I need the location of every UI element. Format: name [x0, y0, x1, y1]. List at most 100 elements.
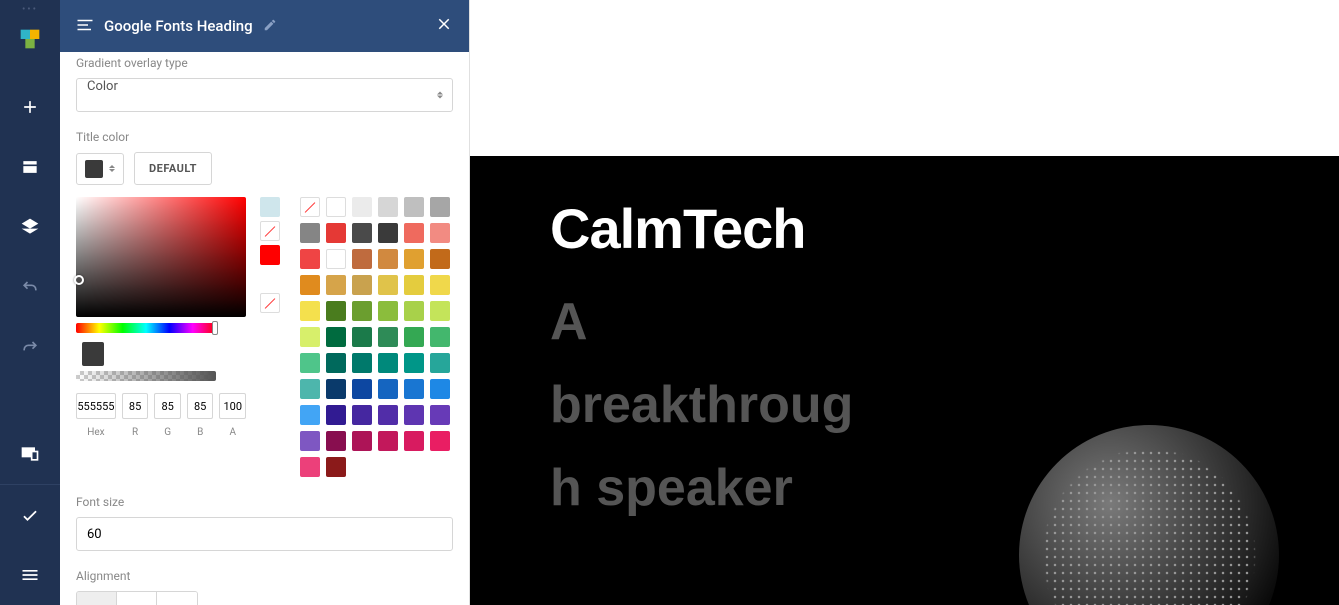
color-swatch[interactable] [326, 457, 346, 477]
color-swatch[interactable] [378, 431, 398, 451]
responsive-view-button[interactable] [0, 424, 60, 484]
color-swatch[interactable] [430, 405, 450, 425]
title-color-chip-select[interactable] [76, 153, 124, 185]
color-swatch[interactable] [300, 197, 320, 217]
color-swatch[interactable] [430, 379, 450, 399]
color-swatch[interactable] [378, 197, 398, 217]
title-color-label: Title color [76, 130, 453, 144]
hue-slider[interactable] [76, 323, 216, 333]
font-size-input[interactable] [76, 517, 453, 551]
preset-swatch[interactable] [260, 269, 280, 289]
color-swatch[interactable] [404, 301, 424, 321]
color-swatch[interactable] [352, 405, 372, 425]
color-swatch[interactable] [326, 405, 346, 425]
color-swatch[interactable] [300, 431, 320, 451]
align-left-button[interactable] [77, 592, 117, 605]
color-swatch[interactable] [352, 353, 372, 373]
color-swatch[interactable] [378, 301, 398, 321]
preset-swatch[interactable] [260, 245, 280, 265]
close-panel-button[interactable] [435, 15, 453, 37]
color-swatch[interactable] [404, 249, 424, 269]
color-swatch[interactable] [404, 327, 424, 347]
color-swatch[interactable] [404, 379, 424, 399]
canvas-subheading[interactable]: A breakthrough speaker [550, 281, 870, 531]
color-swatch[interactable] [326, 197, 346, 217]
color-swatch[interactable] [352, 301, 372, 321]
hex-input[interactable] [76, 393, 116, 419]
color-swatch[interactable] [378, 275, 398, 295]
color-swatch[interactable] [352, 197, 372, 217]
layers-button[interactable] [0, 197, 60, 257]
color-swatch[interactable] [352, 275, 372, 295]
color-swatch[interactable] [378, 379, 398, 399]
color-swatch[interactable] [404, 431, 424, 451]
hue-handle[interactable] [212, 321, 218, 335]
panel-header: Google Fonts Heading [60, 0, 469, 52]
color-swatch[interactable] [326, 275, 346, 295]
save-button[interactable] [0, 485, 60, 545]
color-swatch[interactable] [378, 223, 398, 243]
gradient-type-value: Color [76, 78, 453, 112]
color-swatch[interactable] [326, 327, 346, 347]
a-input[interactable] [219, 393, 246, 419]
color-swatch[interactable] [430, 249, 450, 269]
color-swatch[interactable] [300, 301, 320, 321]
redo-button[interactable] [0, 317, 60, 377]
menu-button[interactable] [0, 545, 60, 605]
color-swatch[interactable] [430, 431, 450, 451]
color-swatch[interactable] [326, 223, 346, 243]
color-swatch[interactable] [352, 379, 372, 399]
color-swatch[interactable] [300, 327, 320, 347]
preset-swatch[interactable] [260, 197, 280, 217]
gradient-type-select[interactable]: Color [76, 78, 453, 112]
preset-swatch[interactable] [260, 221, 280, 241]
add-element-button[interactable] [0, 77, 60, 137]
saturation-value-picker[interactable] [76, 197, 246, 317]
color-swatch[interactable] [404, 353, 424, 373]
color-swatch[interactable] [352, 327, 372, 347]
color-swatch[interactable] [378, 249, 398, 269]
b-input[interactable] [187, 393, 214, 419]
color-swatch[interactable] [378, 327, 398, 347]
color-swatch[interactable] [430, 197, 450, 217]
nav-drag-dots[interactable]: ••• [22, 0, 38, 17]
sv-handle[interactable] [74, 275, 84, 285]
color-swatch[interactable] [430, 327, 450, 347]
color-swatch[interactable] [326, 379, 346, 399]
edit-title-icon[interactable] [263, 17, 277, 36]
color-swatch[interactable] [300, 379, 320, 399]
alpha-slider[interactable] [76, 371, 216, 381]
color-swatch[interactable] [352, 249, 372, 269]
color-swatch[interactable] [300, 223, 320, 243]
color-swatch[interactable] [430, 223, 450, 243]
color-swatch[interactable] [300, 353, 320, 373]
color-swatch[interactable] [300, 405, 320, 425]
g-input[interactable] [154, 393, 181, 419]
color-swatch[interactable] [404, 197, 424, 217]
color-swatch[interactable] [326, 353, 346, 373]
color-swatch[interactable] [352, 223, 372, 243]
color-swatch[interactable] [404, 275, 424, 295]
color-swatch[interactable] [404, 405, 424, 425]
align-right-button[interactable] [157, 592, 197, 605]
color-swatch[interactable] [352, 431, 372, 451]
templates-button[interactable] [0, 137, 60, 197]
color-swatch[interactable] [378, 405, 398, 425]
color-swatch[interactable] [326, 249, 346, 269]
color-swatch[interactable] [300, 249, 320, 269]
canvas-heading[interactable]: CalmTech [550, 196, 1339, 261]
preset-swatch[interactable] [260, 293, 280, 313]
r-input[interactable] [122, 393, 149, 419]
color-swatch[interactable] [300, 275, 320, 295]
color-swatch[interactable] [326, 431, 346, 451]
color-swatch[interactable] [430, 353, 450, 373]
color-swatch[interactable] [430, 301, 450, 321]
align-center-button[interactable] [117, 592, 157, 605]
undo-button[interactable] [0, 257, 60, 317]
color-swatch[interactable] [300, 457, 320, 477]
color-swatch[interactable] [378, 353, 398, 373]
color-swatch[interactable] [404, 223, 424, 243]
default-color-button[interactable]: DEFAULT [134, 152, 212, 185]
color-swatch[interactable] [326, 301, 346, 321]
color-swatch[interactable] [430, 275, 450, 295]
